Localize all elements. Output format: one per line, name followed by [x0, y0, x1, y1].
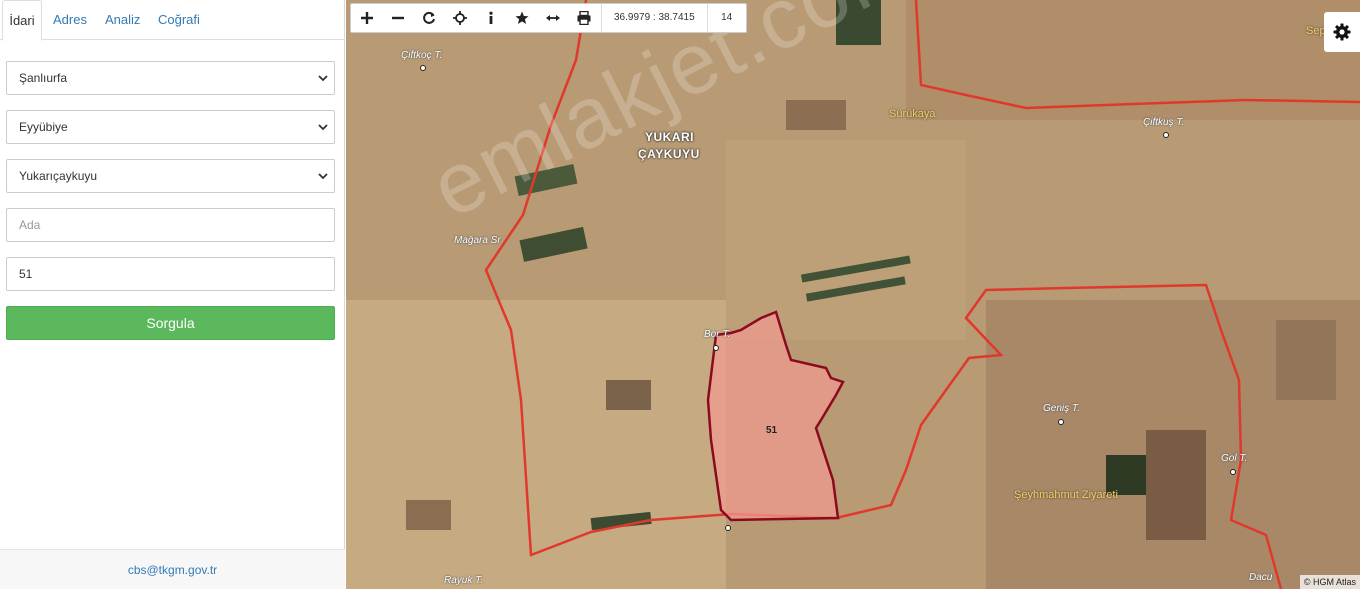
- zoom-level-readout: 14: [721, 12, 733, 23]
- place-label: Gol T.: [1221, 453, 1248, 464]
- zoom-out-button[interactable]: [382, 4, 413, 32]
- chevron-down-icon: [318, 124, 328, 131]
- measure-button[interactable]: [537, 4, 568, 32]
- chevron-down-icon: [318, 173, 328, 180]
- zoom-in-button[interactable]: [351, 4, 382, 32]
- chevron-down-icon: [318, 75, 328, 82]
- tab-idari[interactable]: İdari: [2, 0, 42, 41]
- place-label: Çiftkuş T.: [1143, 117, 1185, 128]
- map-attribution: © HGM Atlas: [1299, 575, 1360, 589]
- district-select[interactable]: Eyyübiye: [6, 110, 335, 144]
- parcel-number-label: 51: [766, 425, 778, 436]
- star-icon: [515, 11, 528, 24]
- query-sidebar: İdari Adres Analiz Coğrafi Şanlıurfa Eyy…: [0, 0, 345, 589]
- place-label: YUKARI: [645, 130, 695, 144]
- province-value: Şanlıurfa: [19, 71, 68, 85]
- neighborhood-select[interactable]: Yukarıçaykuyu: [6, 159, 335, 193]
- place-label: Çiftkoç T.: [401, 50, 443, 61]
- info-button[interactable]: [475, 4, 506, 32]
- minus-icon: [391, 16, 404, 20]
- map-toolbar: 36.9979 : 38.7415 14: [350, 3, 747, 33]
- settings-button[interactable]: [1324, 12, 1360, 52]
- place-label: Şeyhmahmut Ziyareti: [1014, 489, 1118, 501]
- crosshair-icon: [452, 11, 467, 25]
- district-value: Eyyübiye: [19, 120, 68, 134]
- tab-analiz[interactable]: Analiz: [105, 0, 140, 40]
- place-label: Geniş T.: [1043, 403, 1080, 414]
- parsel-input[interactable]: 51: [6, 257, 335, 291]
- tab-adres[interactable]: Adres: [53, 0, 87, 40]
- province-select[interactable]: Şanlıurfa: [6, 61, 335, 95]
- refresh-button[interactable]: [413, 4, 444, 32]
- tab-bar: İdari Adres Analiz Coğrafi: [0, 0, 345, 41]
- print-button[interactable]: [568, 4, 599, 32]
- place-label: Sep: [1306, 25, 1326, 37]
- print-icon: [577, 11, 590, 25]
- place-label: Dacu: [1249, 572, 1273, 583]
- query-button[interactable]: Sorgula: [6, 306, 335, 340]
- plus-icon: [360, 12, 373, 24]
- footer-email-link[interactable]: cbs@tkgm.gov.tr: [0, 549, 345, 589]
- place-label: Sürükaya: [889, 108, 936, 120]
- place-label: Mağara Sr: [454, 235, 501, 246]
- coordinate-readout: 36.9979 : 38.7415: [601, 4, 708, 32]
- gear-icon: [1333, 23, 1351, 41]
- tab-cografi[interactable]: Coğrafi: [158, 0, 200, 40]
- info-icon: [488, 11, 493, 24]
- favorite-button[interactable]: [506, 4, 537, 32]
- place-label: Bor T.: [704, 329, 731, 340]
- refresh-icon: [422, 11, 435, 24]
- satellite-imagery: [346, 0, 1360, 589]
- place-label: Rayuk T.: [444, 575, 484, 586]
- map-view[interactable]: emlakjet.com Çiftkoç T. YUKARI ÇAYKUYU S…: [346, 0, 1360, 589]
- ada-input[interactable]: Ada: [6, 208, 335, 242]
- place-label: ÇAYKUYU: [638, 147, 700, 161]
- arrows-horizontal-icon: [545, 15, 560, 21]
- locate-button[interactable]: [444, 4, 475, 32]
- neighborhood-value: Yukarıçaykuyu: [19, 169, 98, 183]
